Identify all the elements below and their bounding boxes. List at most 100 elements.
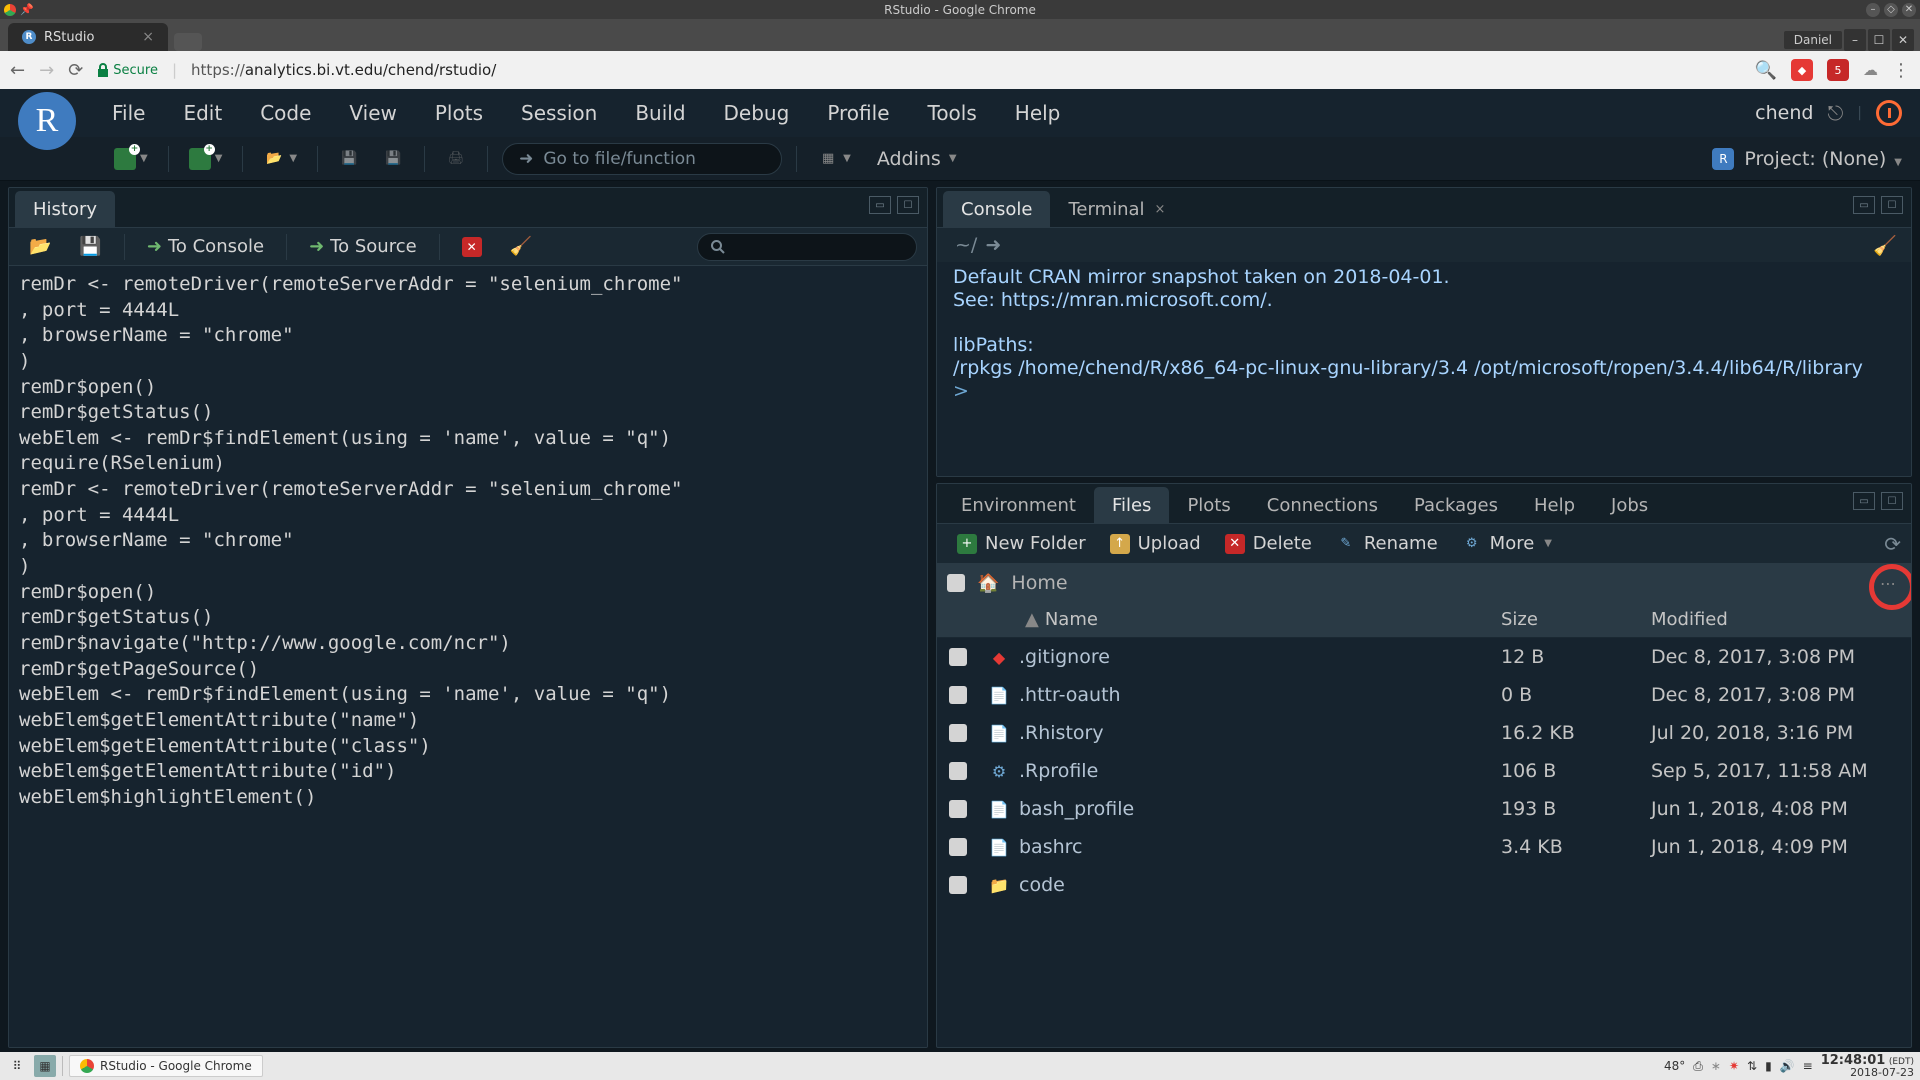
tab-plots[interactable]: Plots bbox=[1169, 487, 1248, 523]
file-name[interactable]: bash_profile bbox=[1019, 798, 1501, 820]
activities-button[interactable]: ⠿ bbox=[6, 1055, 28, 1077]
signout-icon[interactable]: ⎋ bbox=[1827, 101, 1843, 125]
save-history-button[interactable]: 💾 bbox=[69, 232, 111, 261]
file-row[interactable]: 📁code bbox=[937, 866, 1911, 904]
back-button[interactable]: ← bbox=[10, 60, 25, 81]
new-tab-button[interactable] bbox=[174, 33, 202, 51]
col-size[interactable]: Size bbox=[1501, 609, 1651, 630]
secure-indicator[interactable]: Secure bbox=[97, 63, 158, 78]
maximize-button[interactable]: ◇ bbox=[1884, 3, 1898, 17]
chrome-profile-label[interactable]: Daniel bbox=[1784, 31, 1842, 49]
volume-icon[interactable]: 🔊 bbox=[1780, 1059, 1795, 1073]
tab-files[interactable]: Files bbox=[1094, 487, 1170, 523]
menu-debug[interactable]: Debug bbox=[710, 95, 804, 131]
chrome-close[interactable]: ✕ bbox=[1892, 29, 1914, 51]
new-project-button[interactable]: ▼ bbox=[183, 144, 229, 174]
search-icon[interactable]: 🔍 bbox=[1755, 60, 1777, 81]
extension-icon-3[interactable]: ☁ bbox=[1863, 61, 1878, 79]
tab-console[interactable]: Console bbox=[943, 191, 1050, 227]
tray-icon[interactable]: ✷ bbox=[1729, 1059, 1739, 1073]
file-name[interactable]: .Rprofile bbox=[1019, 760, 1501, 782]
tab-packages[interactable]: Packages bbox=[1396, 487, 1516, 523]
clear-history-button[interactable]: 🧹 bbox=[500, 232, 542, 261]
tab-close-button[interactable]: × bbox=[142, 29, 154, 45]
tab-help[interactable]: Help bbox=[1516, 487, 1593, 523]
menu-build[interactable]: Build bbox=[621, 95, 699, 131]
path-more-button[interactable]: ⋯ bbox=[1875, 572, 1903, 594]
clock[interactable]: 12:48:01 (EDT) 2018-07-23 bbox=[1821, 1054, 1914, 1078]
reload-button[interactable]: ⟳ bbox=[68, 60, 83, 81]
goto-file-input[interactable]: ➜ Go to file/function bbox=[502, 143, 782, 175]
delete-button[interactable]: ✕Delete bbox=[1215, 529, 1322, 558]
history-search-input[interactable] bbox=[697, 233, 917, 261]
home-icon[interactable]: 🏠 bbox=[977, 573, 999, 594]
refresh-button[interactable]: ⟳ bbox=[1884, 532, 1901, 556]
minimize-button[interactable]: – bbox=[1866, 3, 1880, 17]
workspace-icon[interactable]: ▦ bbox=[34, 1055, 56, 1077]
pane-minimize[interactable]: ▭ bbox=[1853, 492, 1875, 510]
file-checkbox[interactable] bbox=[949, 648, 967, 666]
load-history-button[interactable]: 📂 bbox=[19, 232, 61, 261]
save-button[interactable]: 💾 bbox=[332, 144, 366, 174]
remove-entry-button[interactable]: ✕ bbox=[452, 233, 492, 261]
bluetooth-icon[interactable]: ∗ bbox=[1711, 1059, 1721, 1073]
file-name[interactable]: .httr-oauth bbox=[1019, 684, 1501, 706]
col-modified[interactable]: Modified bbox=[1651, 609, 1911, 630]
select-all-checkbox[interactable] bbox=[947, 574, 965, 592]
new-folder-button[interactable]: +New Folder bbox=[947, 529, 1096, 558]
pane-minimize[interactable]: ▭ bbox=[869, 196, 891, 214]
file-row[interactable]: ⚙.Rprofile106 BSep 5, 2017, 11:58 AM bbox=[937, 752, 1911, 790]
menu-edit[interactable]: Edit bbox=[169, 95, 236, 131]
close-button[interactable]: ✕ bbox=[1902, 3, 1916, 17]
browser-tab-rstudio[interactable]: R RStudio × bbox=[8, 23, 168, 51]
menu-plots[interactable]: Plots bbox=[421, 95, 497, 131]
tab-environment[interactable]: Environment bbox=[943, 487, 1094, 523]
clear-console-button[interactable]: 🧹 bbox=[1873, 234, 1897, 257]
grid-button[interactable]: ▦▼ bbox=[811, 144, 857, 174]
menu-file[interactable]: File bbox=[98, 95, 159, 131]
file-checkbox[interactable] bbox=[949, 800, 967, 818]
file-row[interactable]: ◆.gitignore12 BDec 8, 2017, 3:08 PM bbox=[937, 638, 1911, 676]
open-file-button[interactable]: 📂▼ bbox=[257, 144, 303, 174]
to-console-button[interactable]: ➜To Console bbox=[137, 232, 274, 261]
menu-profile[interactable]: Profile bbox=[813, 95, 903, 131]
tab-jobs[interactable]: Jobs bbox=[1593, 487, 1666, 523]
network-icon[interactable]: ⇅ bbox=[1747, 1059, 1757, 1073]
file-row[interactable]: 📄.Rhistory16.2 KBJul 20, 2018, 3:16 PM bbox=[937, 714, 1911, 752]
more-button[interactable]: ⚙More▼ bbox=[1452, 529, 1562, 558]
file-checkbox[interactable] bbox=[949, 876, 967, 894]
file-row[interactable]: 📄.httr-oauth0 BDec 8, 2017, 3:08 PM bbox=[937, 676, 1911, 714]
pane-minimize[interactable]: ▭ bbox=[1853, 196, 1875, 214]
save-all-button[interactable]: 💾 bbox=[376, 144, 410, 174]
forward-button[interactable]: → bbox=[39, 60, 54, 81]
file-name[interactable]: code bbox=[1019, 874, 1501, 896]
pane-maximize[interactable]: ☐ bbox=[897, 196, 919, 214]
breadcrumb-home[interactable]: Home bbox=[1011, 572, 1067, 594]
file-checkbox[interactable] bbox=[949, 724, 967, 742]
quit-button[interactable] bbox=[1876, 100, 1902, 126]
project-selector[interactable]: Project: (None) ▼ bbox=[1744, 148, 1902, 170]
col-name[interactable]: ▲Name bbox=[1019, 609, 1501, 630]
chrome-maximize[interactable]: ☐ bbox=[1868, 29, 1890, 51]
print-button[interactable]: 🖨 bbox=[439, 144, 473, 174]
file-row[interactable]: 📄bashrc3.4 KBJun 1, 2018, 4:09 PM bbox=[937, 828, 1911, 866]
tab-terminal[interactable]: Terminal× bbox=[1050, 191, 1183, 227]
addins-button[interactable]: Addins▼ bbox=[867, 148, 967, 170]
pane-maximize[interactable]: ☐ bbox=[1881, 196, 1903, 214]
address-bar[interactable]: https://analytics.bi.vt.edu/chend/rstudi… bbox=[191, 61, 496, 79]
upload-button[interactable]: ↑Upload bbox=[1100, 529, 1211, 558]
file-name[interactable]: bashrc bbox=[1019, 836, 1501, 858]
chrome-minimize[interactable]: – bbox=[1844, 29, 1866, 51]
extension-icon-1[interactable]: ◆ bbox=[1791, 59, 1813, 81]
file-checkbox[interactable] bbox=[949, 762, 967, 780]
history-content[interactable]: remDr <- remoteDriver(remoteServerAddr =… bbox=[9, 266, 927, 1047]
extension-icon-2[interactable]: 5 bbox=[1827, 59, 1849, 81]
tab-history[interactable]: History bbox=[15, 191, 115, 227]
menu-tools[interactable]: Tools bbox=[914, 95, 991, 131]
menu-view[interactable]: View bbox=[335, 95, 410, 131]
taskbar-item-chrome[interactable]: RStudio - Google Chrome bbox=[69, 1055, 263, 1077]
menu-session[interactable]: Session bbox=[507, 95, 611, 131]
tab-connections[interactable]: Connections bbox=[1249, 487, 1396, 523]
menu-help[interactable]: Help bbox=[1001, 95, 1075, 131]
goto-dir-icon[interactable]: ➜ bbox=[985, 234, 1001, 256]
